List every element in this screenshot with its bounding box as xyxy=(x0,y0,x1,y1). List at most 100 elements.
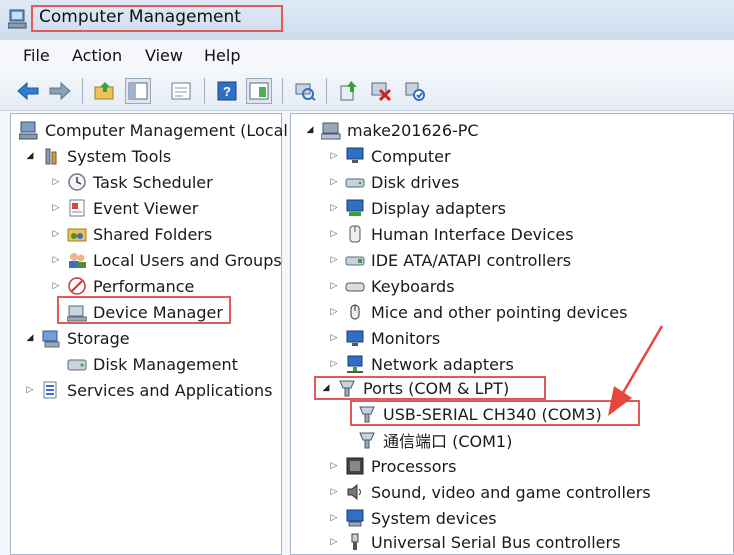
mouse-icon xyxy=(344,301,366,323)
hid-icon xyxy=(344,223,366,245)
collapsed-arrow-icon[interactable]: ▷ xyxy=(328,487,340,497)
device-root-item[interactable]: ◢ make201626-PC xyxy=(304,118,479,142)
collapsed-arrow-icon[interactable]: ▷ xyxy=(328,281,340,291)
enable-device-icon[interactable] xyxy=(402,78,428,104)
device-category-ide[interactable]: ▷ IDE ATA/ATAPI controllers xyxy=(328,248,572,272)
event-log-icon xyxy=(66,197,88,219)
tree-item-task-scheduler[interactable]: ▷ Task Scheduler xyxy=(50,170,213,194)
device-category-hid[interactable]: ▷ Human Interface Devices xyxy=(328,222,574,246)
device-category-disk-drives[interactable]: ▷ Disk drives xyxy=(328,170,460,194)
collapsed-arrow-icon[interactable]: ▷ xyxy=(24,385,36,395)
monitor-icon xyxy=(344,327,366,349)
ports-highlight xyxy=(314,376,546,400)
tree-label: Computer xyxy=(371,146,451,166)
tree-label: Network adapters xyxy=(371,354,514,374)
collapsed-arrow-icon[interactable]: ▷ xyxy=(328,151,340,161)
tree-label: Mice and other pointing devices xyxy=(371,302,628,322)
collapsed-arrow-icon[interactable]: ▷ xyxy=(328,307,340,317)
scan-hardware-icon[interactable] xyxy=(292,78,318,104)
collapsed-arrow-icon[interactable]: ▷ xyxy=(50,177,62,187)
tree-item-disk-management[interactable]: Disk Management xyxy=(66,352,238,376)
menu-help[interactable]: Help xyxy=(204,46,240,65)
console-tree-icon[interactable] xyxy=(246,78,272,104)
tree-label: Disk drives xyxy=(371,172,460,192)
back-arrow-icon[interactable] xyxy=(15,78,41,104)
tree-label: Shared Folders xyxy=(93,224,213,244)
tree-label: 通信端口 (COM1) xyxy=(383,432,513,451)
show-hide-tree-icon[interactable] xyxy=(125,78,151,104)
tree-item-services-applications[interactable]: ▷ Services and Applications xyxy=(24,378,273,402)
collapsed-arrow-icon[interactable]: ▷ xyxy=(328,203,340,213)
update-driver-icon[interactable] xyxy=(336,78,362,104)
expanded-arrow-icon[interactable]: ◢ xyxy=(24,151,36,161)
collapsed-arrow-icon[interactable]: ▷ xyxy=(328,537,340,547)
performance-icon xyxy=(66,275,88,297)
disk-management-icon xyxy=(66,353,88,375)
device-category-usb-controllers[interactable]: ▷ Universal Serial Bus controllers xyxy=(328,530,621,554)
toolbar-separator xyxy=(204,78,205,104)
tree-item-performance[interactable]: ▷ Performance xyxy=(50,274,195,298)
disk-drive-icon xyxy=(344,171,366,193)
collapsed-arrow-icon[interactable]: ▷ xyxy=(50,203,62,213)
computer-icon xyxy=(320,119,342,141)
menu-file[interactable]: File xyxy=(23,46,50,65)
collapsed-arrow-icon[interactable]: ▷ xyxy=(50,255,62,265)
tree-label: Task Scheduler xyxy=(93,172,213,192)
tree-label: make201626-PC xyxy=(347,120,479,140)
toolbar-separator xyxy=(326,78,327,104)
expanded-arrow-icon[interactable]: ◢ xyxy=(304,125,316,135)
shared-folder-icon xyxy=(66,223,88,245)
device-manager-highlight xyxy=(57,296,231,324)
tree-item-computer-management[interactable]: Computer Management (Local xyxy=(18,118,288,142)
collapsed-arrow-icon[interactable]: ▷ xyxy=(50,281,62,291)
help-icon[interactable]: ? xyxy=(214,78,240,104)
device-category-mice[interactable]: ▷ Mice and other pointing devices xyxy=(328,300,628,324)
expanded-arrow-icon[interactable]: ◢ xyxy=(24,333,36,343)
collapsed-arrow-icon[interactable]: ▷ xyxy=(328,229,340,239)
network-adapter-icon xyxy=(344,353,366,375)
device-com1[interactable]: 通信端口 (COM1) xyxy=(356,428,512,452)
tree-label: Monitors xyxy=(371,328,441,348)
collapsed-arrow-icon[interactable]: ▷ xyxy=(328,461,340,471)
processor-icon xyxy=(344,455,366,477)
port-icon xyxy=(356,429,378,451)
tree-item-event-viewer[interactable]: ▷ Event Viewer xyxy=(50,196,199,220)
device-category-system-devices[interactable]: ▷ System devices xyxy=(328,506,497,530)
red-pointer-arrow xyxy=(608,325,664,416)
collapsed-arrow-icon[interactable]: ▷ xyxy=(328,177,340,187)
tree-item-system-tools[interactable]: ◢ System Tools xyxy=(24,144,172,168)
display-adapter-icon xyxy=(344,197,366,219)
menu-view[interactable]: View xyxy=(145,46,183,65)
usb-icon xyxy=(344,531,366,553)
device-category-sound[interactable]: ▷ Sound, video and game controllers xyxy=(328,480,651,504)
collapsed-arrow-icon[interactable]: ▷ xyxy=(328,513,340,523)
tree-item-storage[interactable]: ◢ Storage xyxy=(24,326,130,350)
device-category-display-adapters[interactable]: ▷ Display adapters xyxy=(328,196,506,220)
tools-icon xyxy=(40,145,62,167)
collapsed-arrow-icon[interactable]: ▷ xyxy=(50,229,62,239)
tree-label: Universal Serial Bus controllers xyxy=(371,532,621,552)
device-category-keyboards[interactable]: ▷ Keyboards xyxy=(328,274,455,298)
device-category-computer[interactable]: ▷ Computer xyxy=(328,144,451,168)
menu-action[interactable]: Action xyxy=(72,46,122,65)
tree-item-local-users[interactable]: ▷ Local Users and Groups xyxy=(50,248,282,272)
tree-label: Event Viewer xyxy=(93,198,199,218)
device-category-network[interactable]: ▷ Network adapters xyxy=(328,352,514,376)
tree-label: Keyboards xyxy=(371,276,455,296)
collapsed-arrow-icon[interactable]: ▷ xyxy=(328,255,340,265)
device-category-monitors[interactable]: ▷ Monitors xyxy=(328,326,441,350)
tree-item-shared-folders[interactable]: ▷ Shared Folders xyxy=(50,222,213,246)
tree-label: Storage xyxy=(67,328,130,348)
properties-sheet-icon[interactable] xyxy=(168,78,194,104)
collapsed-arrow-icon[interactable]: ▷ xyxy=(328,359,340,369)
tree-label: Disk Management xyxy=(93,354,238,374)
up-folder-icon[interactable] xyxy=(92,78,118,104)
collapsed-arrow-icon[interactable]: ▷ xyxy=(328,333,340,343)
forward-arrow-icon[interactable] xyxy=(47,78,73,104)
system-device-icon xyxy=(344,507,366,529)
tree-label: Display adapters xyxy=(371,198,507,218)
device-category-processors[interactable]: ▷ Processors xyxy=(328,454,457,478)
speaker-icon xyxy=(344,481,366,503)
uninstall-device-icon[interactable] xyxy=(368,78,394,104)
toolbar-separator xyxy=(82,78,83,104)
